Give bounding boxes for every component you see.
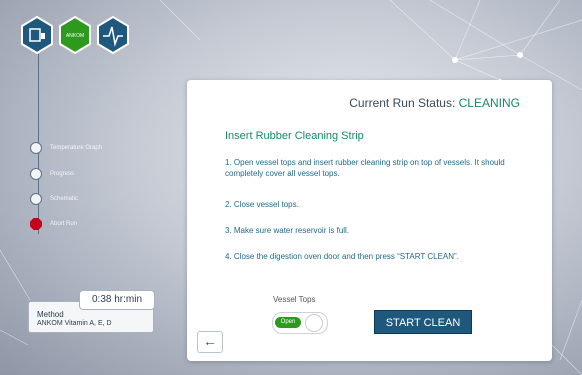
sidebar-item-temperature-graph[interactable]: Temperature Graph: [30, 142, 102, 154]
vessel-icon: [21, 16, 53, 54]
sidebar-item-progress[interactable]: Progress: [30, 168, 74, 180]
ankom-logo-text: ANKOM: [66, 33, 84, 39]
vessel-tops-label: Vessel Tops: [273, 295, 316, 304]
sidebar-item-schematic[interactable]: Schematic: [30, 193, 78, 205]
stop-icon: [30, 218, 42, 230]
ankom-logo: ANKOM: [59, 16, 91, 54]
start-clean-button[interactable]: START CLEAN: [374, 310, 472, 334]
toggle-knob: [305, 314, 323, 332]
waveform-icon: [97, 16, 129, 54]
run-status-value: CLEANING: [458, 96, 520, 110]
sidebar-item-label: Schematic: [50, 196, 79, 202]
instruction-step: 3. Make sure water reservoir is full.: [225, 226, 350, 235]
circle-icon: [30, 142, 42, 154]
instruction-step: 1. Open vessel tops and insert rubber cl…: [225, 158, 505, 178]
instruction-title: Insert Rubber Cleaning Strip: [225, 130, 364, 142]
sidebar-item-label: Abort Run: [50, 221, 78, 227]
run-status: Current Run Status: CLEANING: [349, 96, 520, 110]
sidebar-item-label: Progress: [50, 171, 75, 177]
instruction-step: 4. Close the digestion oven door and the…: [225, 252, 459, 261]
run-status-label: Current Run Status:: [349, 96, 459, 110]
timer-display: 0:38 hr:min: [79, 290, 155, 310]
vessel-tops-toggle[interactable]: Open: [272, 312, 328, 334]
circle-icon: [30, 168, 42, 180]
instruction-panel: Current Run Status: CLEANING Insert Rubb…: [187, 80, 552, 361]
sidebar-item-abort-run[interactable]: Abort Run: [30, 218, 77, 230]
toggle-state-label: Open: [275, 317, 301, 328]
method-value: ANKOM Vitamin A, E, D: [37, 320, 112, 327]
sidebar-item-label: Temperature Graph: [50, 145, 103, 151]
method-label: Method: [37, 310, 64, 319]
instruction-step: 2. Close vessel tops.: [225, 200, 299, 209]
back-arrow-icon[interactable]: ←: [197, 331, 223, 353]
circle-icon: [30, 193, 42, 205]
